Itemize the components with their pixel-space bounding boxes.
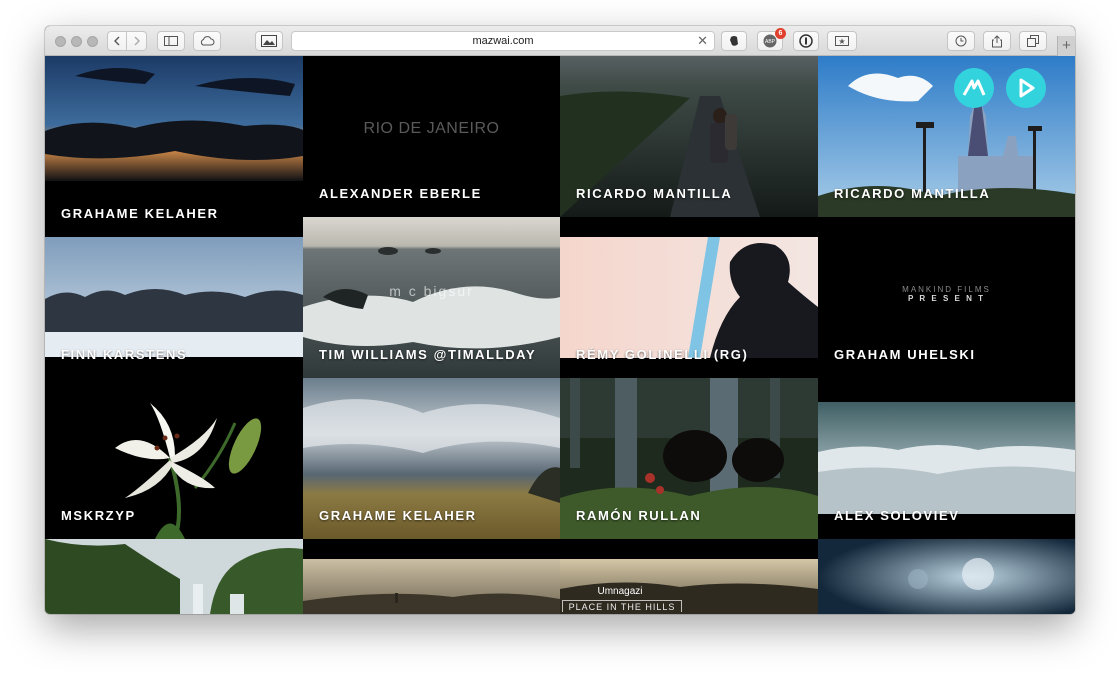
image-extension-button[interactable]: [255, 31, 283, 51]
video-overlay-text: RIO DE JANEIRO: [363, 120, 500, 137]
image-icon: [261, 35, 277, 47]
chevron-left-icon: [114, 36, 120, 46]
video-tile[interactable]: [303, 559, 560, 614]
bokeh-lights-thumbnail: [818, 539, 1075, 614]
tile-title: RICARDO MANTILLA: [834, 186, 991, 201]
tabs-overview-button[interactable]: [1019, 31, 1047, 51]
video-overlay-text: m c bigsur: [389, 283, 474, 299]
waterfall-thumbnail: [45, 539, 303, 614]
password-manager-button[interactable]: [793, 31, 819, 51]
sidebar-icon: [164, 36, 178, 46]
tile-title: RÉMY GOLINELLI (RG): [576, 347, 749, 362]
close-icon[interactable]: ✕: [697, 32, 708, 50]
video-overlay-text: Umnagazi: [597, 586, 643, 597]
share-button[interactable]: [983, 31, 1011, 51]
address-bar[interactable]: mazwai.com ✕: [291, 31, 715, 51]
video-tile[interactable]: RAMÓN RULLAN: [560, 378, 818, 539]
video-overlay-subtitle: P R E S E N T: [908, 294, 985, 303]
tile-title: ALEXANDER EBERLE: [319, 186, 482, 201]
wall-painter-thumbnail: [560, 237, 818, 358]
clock-icon: [955, 35, 967, 47]
mazwai-logo-button[interactable]: [954, 68, 994, 108]
zoom-window-button[interactable]: [87, 36, 98, 47]
play-icon: [1019, 78, 1035, 98]
video-tile[interactable]: MSKRZYP: [45, 378, 303, 539]
video-overlay-subtitle: PLACE IN THE HILLS: [562, 600, 682, 612]
svg-text:ABP: ABP: [765, 39, 776, 45]
video-tile[interactable]: Umnagazi PLACE IN THE HILLS: [560, 559, 818, 614]
video-tile[interactable]: RÉMY GOLINELLI (RG): [560, 217, 818, 378]
url-text: mazwai.com: [472, 35, 534, 47]
onepassword-icon: [799, 34, 813, 48]
back-button[interactable]: [107, 31, 127, 51]
tile-title: MSKRZYP: [61, 508, 136, 523]
svg-text:★: ★: [838, 37, 845, 46]
minimize-window-button[interactable]: [71, 36, 82, 47]
history-button[interactable]: [947, 31, 975, 51]
tile-title: ALEX SOLOVIEV: [834, 508, 960, 523]
adblock-count-badge: 6: [775, 28, 786, 39]
video-grid: GRAHAME KELAHER FINN KARSTENS MSKRZYP RI…: [45, 56, 1075, 614]
tile-title: GRAHAM UHELSKI: [834, 347, 976, 362]
video-tile[interactable]: [45, 539, 303, 614]
cloud-icon: [200, 36, 215, 46]
tile-title: TIM WILLIAMS @TIMALLDAY: [319, 347, 537, 362]
sea-of-clouds-thumbnail: [818, 402, 1075, 514]
adblock-button[interactable]: ABP 6: [757, 28, 786, 51]
forward-button[interactable]: [127, 31, 147, 51]
play-button[interactable]: [1006, 68, 1046, 108]
video-tile[interactable]: m c bigsur TIM WILLIAMS @TIMALLDAY: [303, 217, 560, 378]
snowy-forest-thumbnail: [45, 237, 303, 357]
video-tile[interactable]: FINN KARSTENS: [45, 237, 303, 378]
video-overlay-text: MANKIND FILMS: [902, 285, 991, 294]
tile-title: FINN KARSTENS: [61, 347, 188, 362]
video-tile[interactable]: RICARDO MANTILLA: [560, 56, 818, 217]
tile-title: RICARDO MANTILLA: [576, 186, 733, 201]
new-tab-button[interactable]: +: [1057, 36, 1075, 56]
bookmark-extension-button[interactable]: ★: [827, 31, 857, 51]
chevron-right-icon: [134, 36, 140, 46]
video-tile[interactable]: [818, 539, 1075, 614]
browser-toolbar: mazwai.com ✕ ABP 6 ★ +: [45, 26, 1075, 56]
sidebar-button[interactable]: [157, 31, 185, 51]
video-tile[interactable]: GRAHAME KELAHER: [45, 56, 303, 237]
video-tile[interactable]: ALEX SOLOVIEV: [818, 378, 1075, 539]
video-tile[interactable]: RIO DE JANEIRO ALEXANDER EBERLE: [303, 56, 560, 217]
evernote-button[interactable]: [721, 31, 747, 51]
video-tile[interactable]: MANKIND FILMS P R E S E N T GRAHAM UHELS…: [818, 217, 1075, 378]
icloud-tabs-button[interactable]: [193, 31, 221, 51]
close-window-button[interactable]: [55, 36, 66, 47]
browser-window: mazwai.com ✕ ABP 6 ★ + GRAHAME KELAHER F…: [45, 26, 1075, 614]
share-icon: [992, 34, 1002, 47]
mazwai-logo-icon: [962, 79, 986, 96]
evernote-icon: [730, 36, 738, 46]
tile-title: RAMÓN RULLAN: [576, 508, 702, 523]
tile-title: GRAHAME KELAHER: [319, 508, 477, 523]
video-tile[interactable]: RICARDO MANTILLA: [818, 56, 1075, 217]
sunset-clouds-thumbnail: [45, 56, 303, 181]
hills-sunset-thumbnail: [303, 559, 560, 614]
star-icon: ★: [835, 36, 849, 46]
tabs-icon: [1027, 35, 1039, 47]
video-tile[interactable]: GRAHAME KELAHER: [303, 378, 560, 539]
tile-title: GRAHAME KELAHER: [61, 206, 219, 221]
